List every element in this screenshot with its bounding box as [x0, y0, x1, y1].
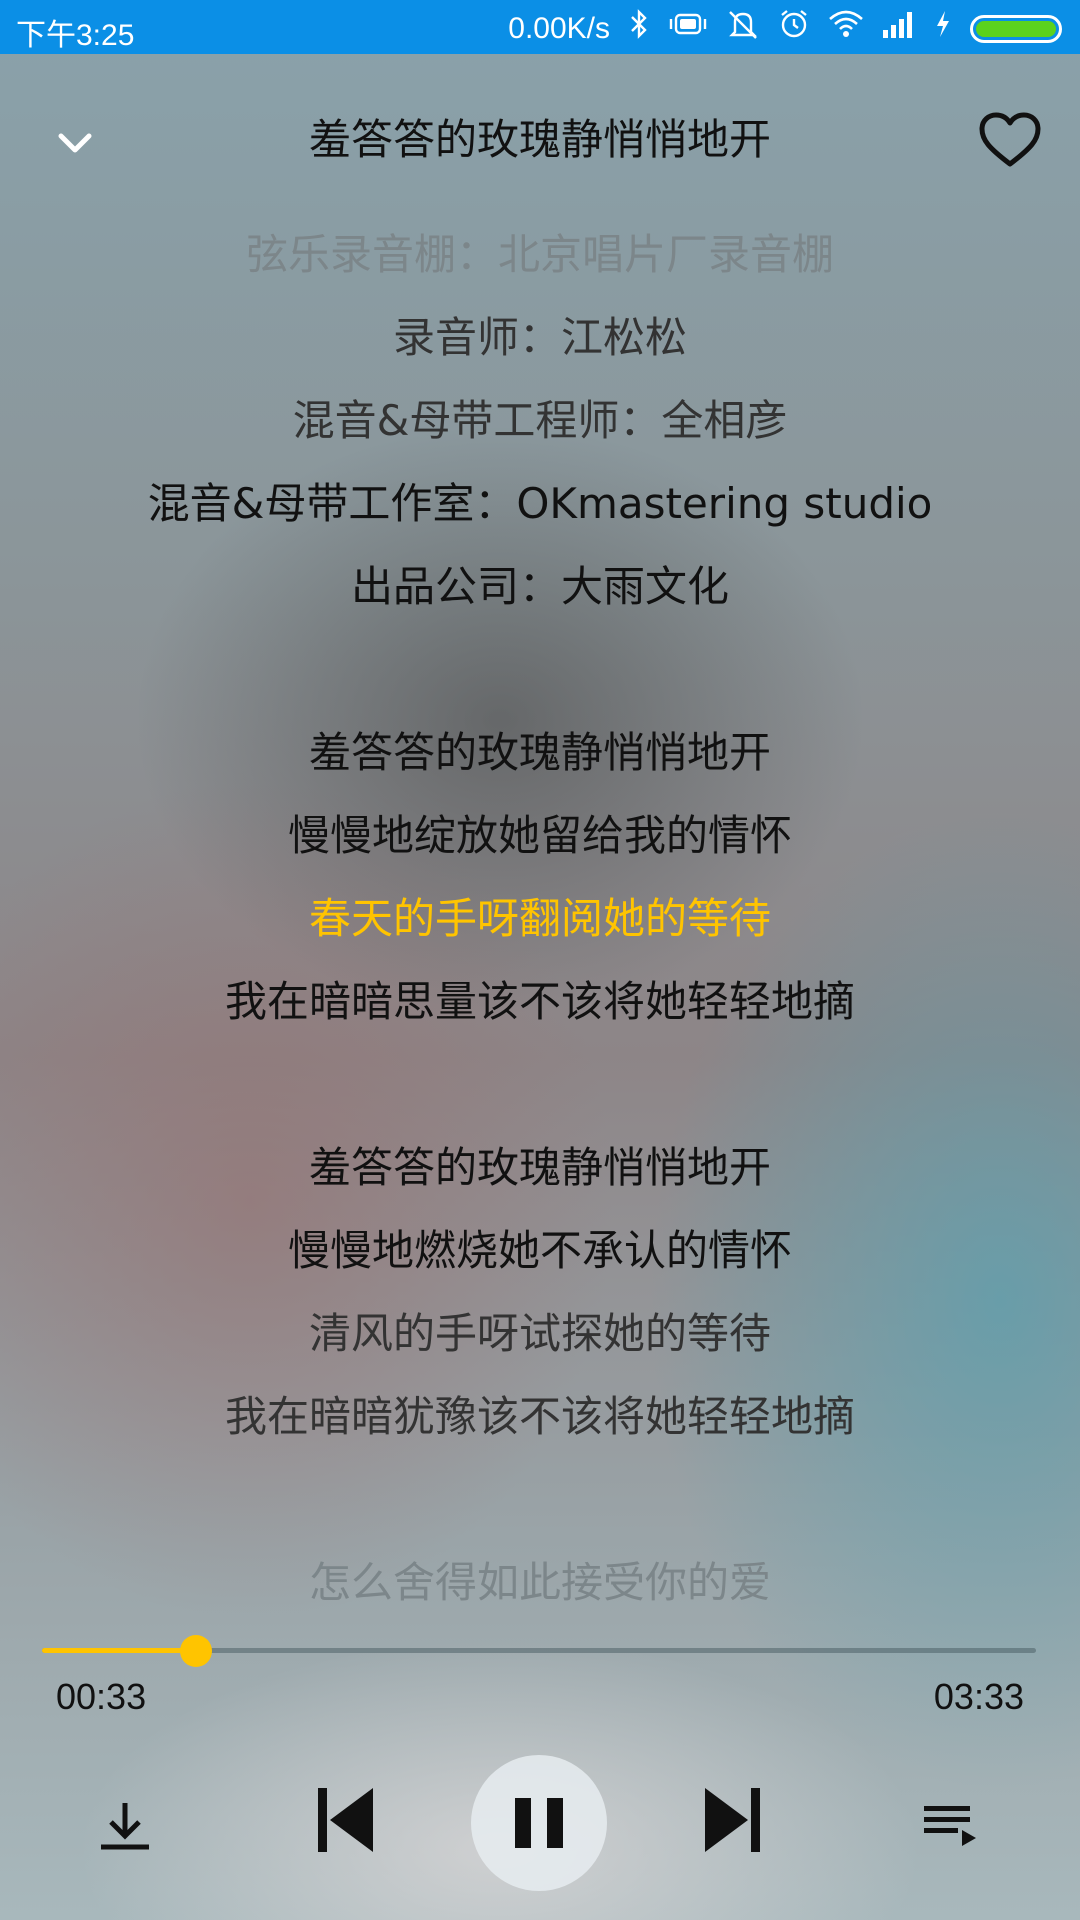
battery-icon [970, 14, 1062, 43]
playback-controls [0, 1750, 1080, 1900]
lyric-line: 弦乐录音棚：北京唱片厂录音棚 [245, 230, 834, 279]
status-time: 下午3:25 [16, 19, 135, 52]
progress-thumb[interactable] [180, 1635, 212, 1667]
mute-icon [726, 8, 760, 49]
lyric-line: 出品公司：大雨文化 [350, 562, 729, 611]
previous-button[interactable] [295, 1770, 395, 1870]
signal-icon [882, 10, 916, 47]
progress-bar[interactable] [42, 1635, 1036, 1667]
playlist-icon [924, 1806, 976, 1846]
lyric-line: 混音&母带工程师：全相彦 [292, 396, 788, 445]
song-title: 羞答答的玫瑰静悄悄地开 [308, 115, 771, 164]
status-icons: 0.00K/s [508, 8, 1062, 49]
skip-next-icon [705, 1788, 760, 1852]
status-bar: 下午3:25 0.00K/s [0, 0, 1080, 54]
download-button[interactable] [80, 1780, 170, 1870]
network-speed: 0.00K/s [508, 11, 610, 45]
charging-icon [934, 9, 952, 48]
lyric-line: 羞答答的玫瑰静悄悄地开 [308, 728, 771, 777]
favorite-button[interactable] [970, 100, 1050, 180]
lyric-line: 我在暗暗思量该不该将她轻轻地摘 [224, 977, 855, 1026]
vibrate-icon [668, 9, 708, 48]
player-header: 羞答答的玫瑰静悄悄地开 [0, 54, 1080, 214]
chevron-down-icon [58, 133, 92, 153]
collapse-button[interactable] [40, 108, 110, 178]
lyric-line: 我在暗暗犹豫该不该将她轻轻地摘 [224, 1392, 855, 1441]
lyric-line: 慢慢地绽放她留给我的情怀 [287, 811, 792, 860]
lyric-line: 录音师：江松松 [392, 313, 687, 362]
progress-fill [42, 1648, 196, 1653]
pause-button[interactable] [471, 1755, 607, 1891]
pause-icon [515, 1798, 563, 1848]
wifi-icon [828, 9, 864, 48]
current-time: 00:33 [56, 1676, 147, 1717]
lyrics-panel[interactable]: 弦乐录音棚：北京唱片厂录音棚 录音师：江松松混音&母带工程师：全相彦混音&母带工作… [0, 225, 1080, 1610]
lyric-line: 怎么舍得如此接受你的爱 [308, 1558, 771, 1607]
lyric-line: 羞答答的玫瑰静悄悄地开 [308, 1143, 771, 1192]
heart-icon [979, 112, 1041, 167]
next-button[interactable] [683, 1770, 783, 1870]
total-time: 03:33 [933, 1676, 1024, 1717]
playlist-button[interactable] [905, 1780, 995, 1870]
lyric-line: 清风的手呀试探她的等待 [308, 1309, 771, 1358]
bluetooth-icon [628, 9, 650, 48]
lyric-line: 混音&母带工作室：OKmastering studio [147, 479, 933, 528]
alarm-icon [778, 8, 810, 49]
skip-previous-icon [318, 1788, 373, 1852]
lyric-line: 慢慢地燃烧她不承认的情怀 [287, 1226, 792, 1275]
lyric-line-active: 春天的手呀翻阅她的等待 [308, 894, 771, 943]
download-icon [101, 1803, 149, 1850]
